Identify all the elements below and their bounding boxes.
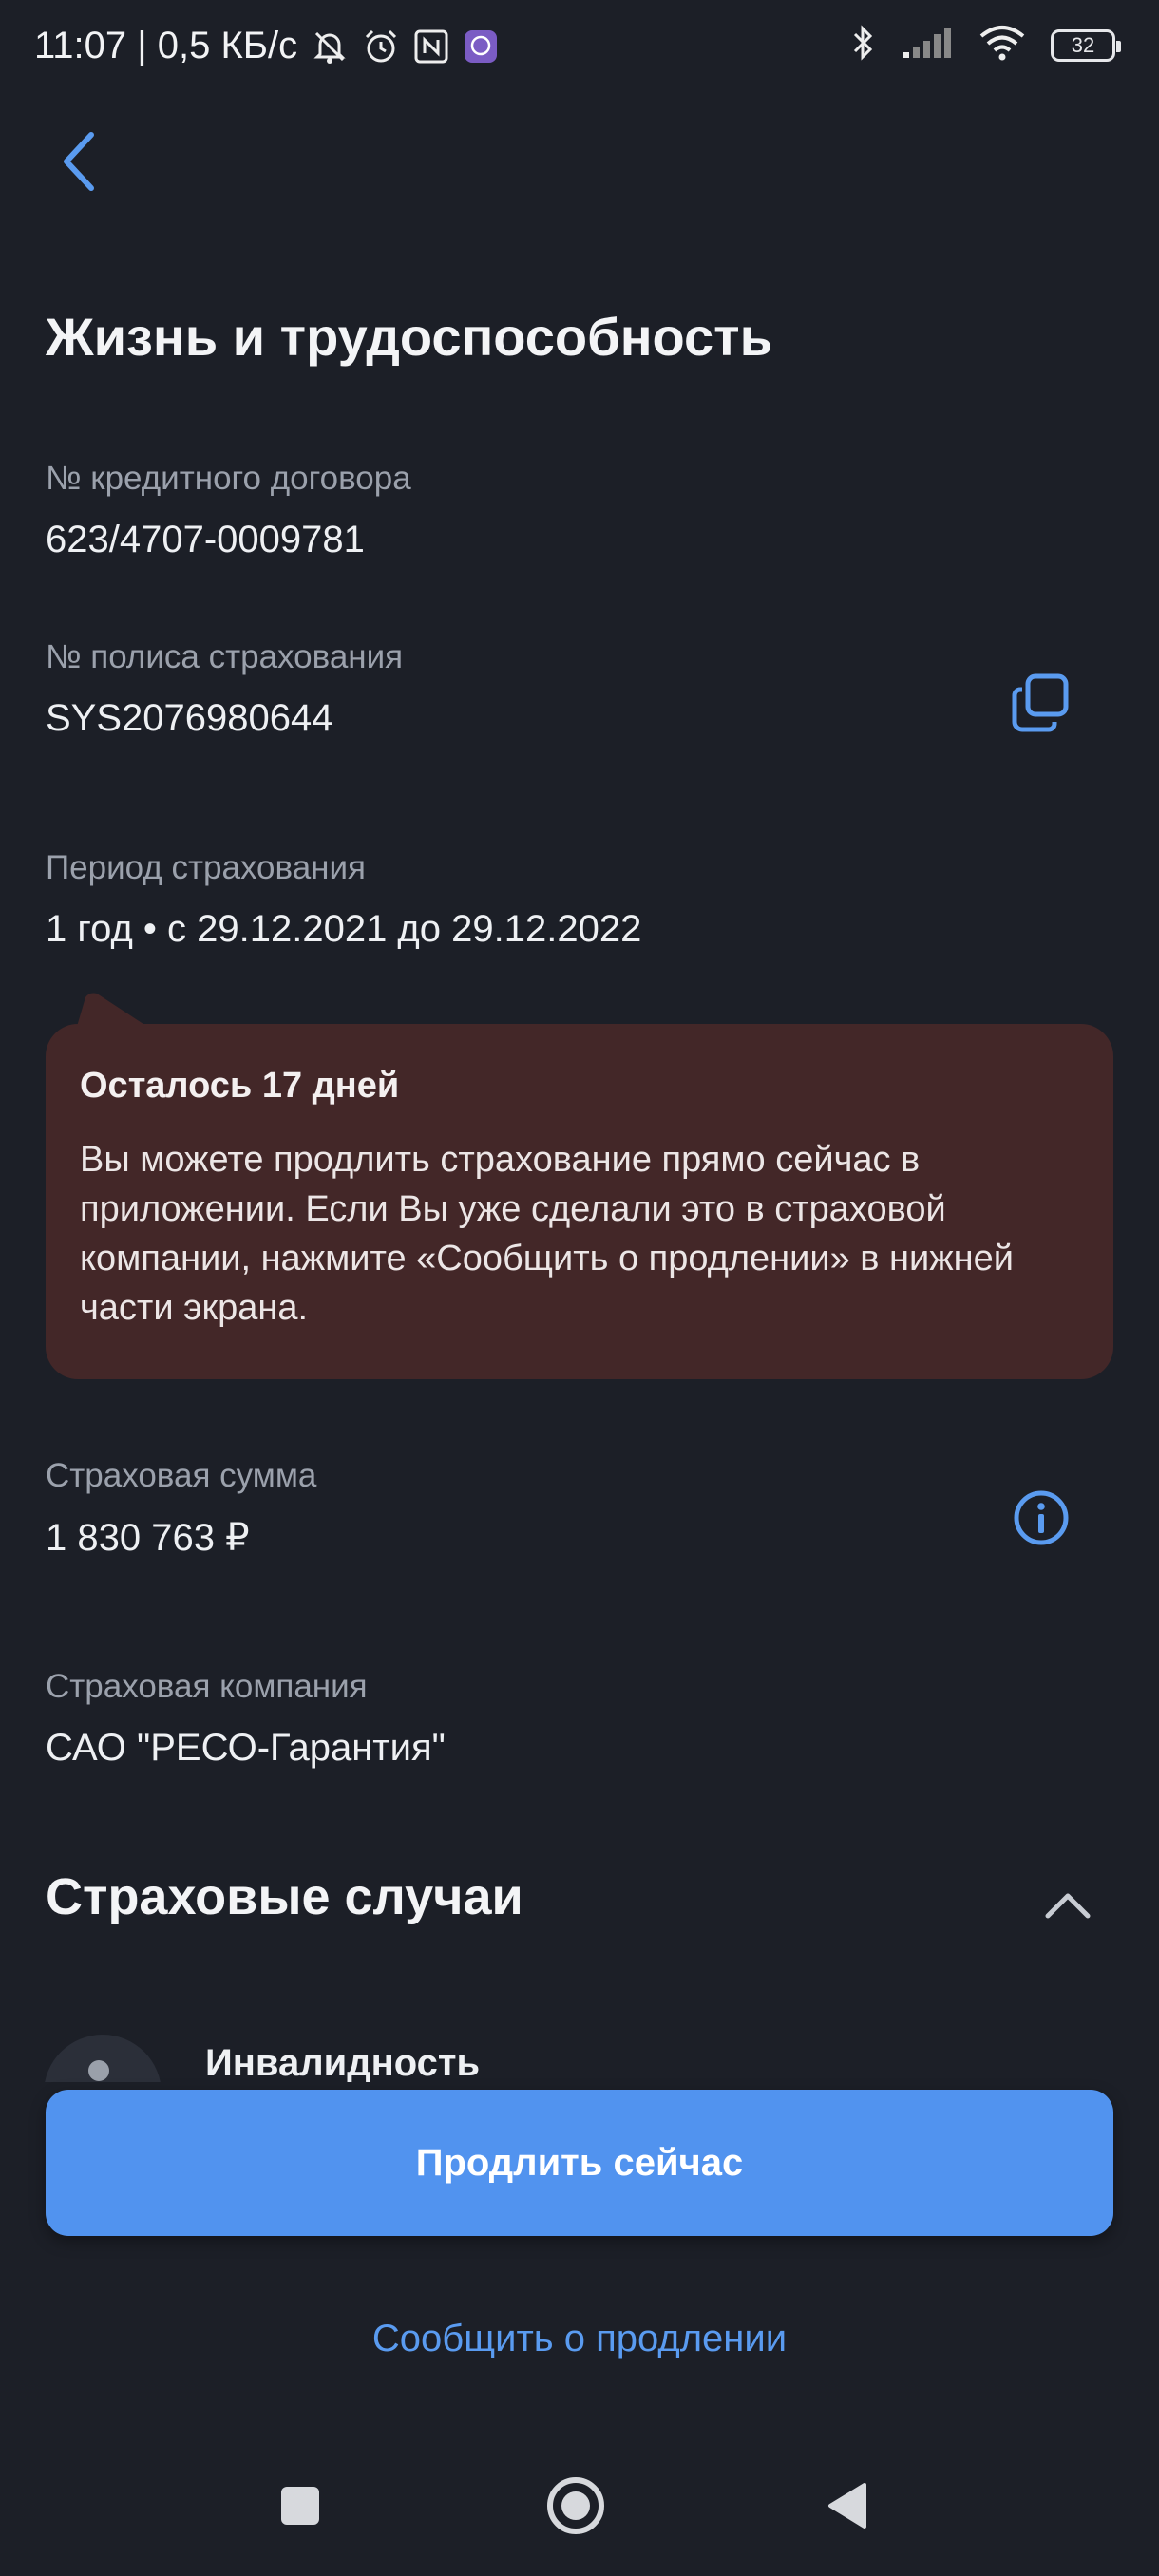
insurance-company-label: Страховая компания (46, 1668, 368, 1705)
case-avatar (44, 2035, 162, 2082)
insurance-period-value: 1 год • с 29.12.2021 до 29.12.2022 (46, 908, 642, 950)
chevron-up-icon (1044, 1891, 1092, 1924)
insured-sum-info-button[interactable] (1003, 1482, 1079, 1558)
system-back-button[interactable] (809, 2470, 885, 2546)
copy-policy-button[interactable] (1003, 667, 1079, 743)
case-list-item[interactable]: Инвалидность (0, 2012, 1159, 2082)
info-icon (1013, 1489, 1070, 1551)
home-button[interactable] (538, 2470, 614, 2546)
insurance-cases-title: Страховые случаи (46, 1868, 523, 1925)
notice-text: Вы можете продлить страхование прямо сей… (80, 1140, 1015, 1328)
insured-sum-label: Страховая сумма (46, 1457, 317, 1494)
battery-level: 32 (1071, 32, 1095, 57)
signal-icon (901, 26, 954, 65)
nfc-icon (413, 28, 449, 65)
back-button[interactable] (49, 125, 110, 201)
bluetooth-icon (851, 23, 876, 67)
notice-title: Осталось 17 дней (80, 1066, 400, 1106)
system-nav-bar (0, 2470, 1159, 2546)
home-circle-icon (545, 2475, 606, 2541)
back-triangle-icon (825, 2481, 870, 2535)
copy-icon (1011, 672, 1072, 738)
credit-contract-label: № кредитного договора (46, 460, 411, 497)
report-renewal-link[interactable]: Сообщить о продлении (0, 2318, 1159, 2360)
collapse-cases-button[interactable] (1032, 1871, 1104, 1943)
insurance-period-label: Период страхования (46, 849, 367, 886)
chevron-left-icon (61, 131, 99, 197)
alarm-icon (362, 28, 400, 66)
recents-square-icon (279, 2485, 321, 2531)
recents-button[interactable] (262, 2470, 338, 2546)
page-title: Жизнь и трудоспособность (46, 307, 772, 367)
insured-sum-value: 1 830 763 ₽ (46, 1517, 250, 1559)
status-bar-right: 32 (851, 23, 1121, 67)
person-icon (88, 2060, 109, 2081)
credit-contract-value: 623/4707-0009781 (46, 519, 365, 560)
policy-number-label: № полиса страхования (46, 638, 404, 675)
renew-now-button[interactable]: Продлить сейчас (46, 2090, 1113, 2236)
policy-number-value: SYS2076980644 (46, 697, 333, 739)
insurance-company-value: САО "РЕСО-Гарантия" (46, 1727, 446, 1769)
notifications-muted-icon (311, 28, 349, 66)
case-label: Инвалидность (205, 2042, 481, 2082)
status-bar-left: 11:07 | 0,5 КБ/с (34, 25, 499, 67)
status-time-speed: 11:07 | 0,5 КБ/с (34, 25, 298, 66)
viber-icon (463, 28, 499, 65)
wifi-icon (978, 25, 1026, 66)
battery-icon: 32 (1051, 28, 1121, 62)
renewal-notice: Осталось 17 дней Вы можете продлить стра… (46, 1024, 1113, 1379)
